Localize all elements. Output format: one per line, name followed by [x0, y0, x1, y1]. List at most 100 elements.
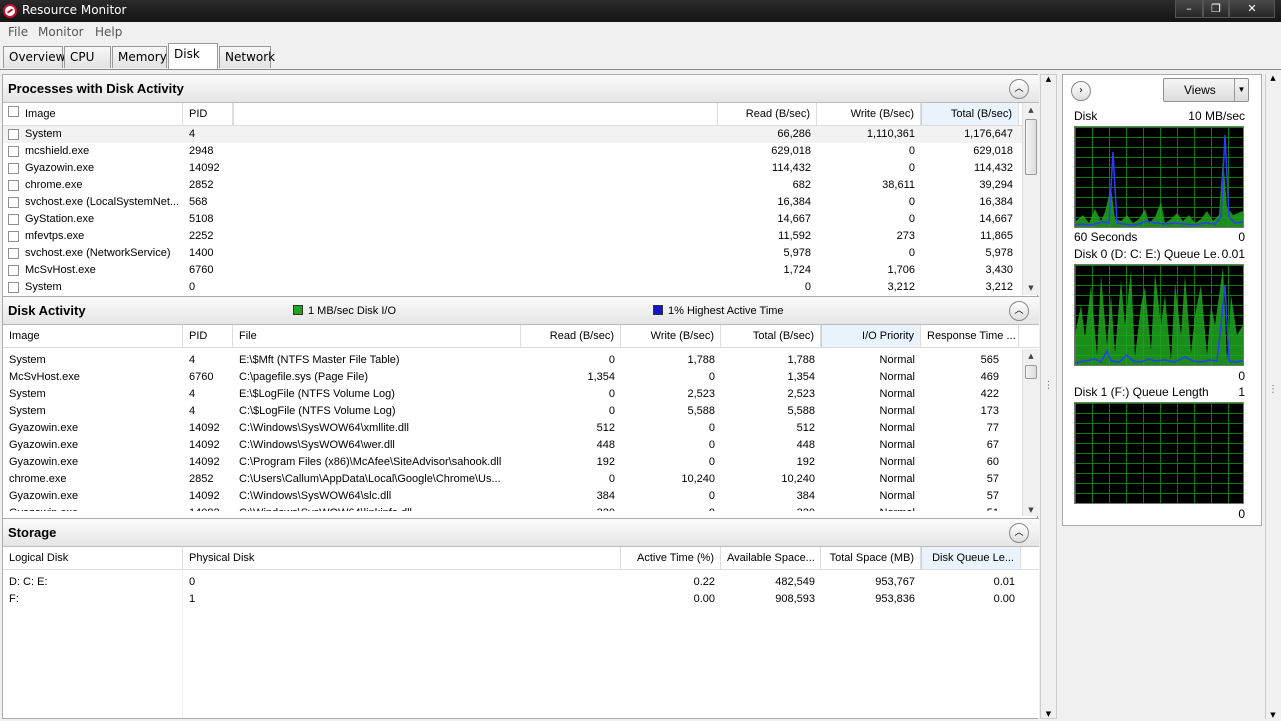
col-file[interactable]: File	[233, 325, 521, 347]
cell-file: C:\Windows\SysWOW64\xmllite.dll	[239, 422, 409, 434]
table-row[interactable]: chrome.exe 2852 682 38,611 39,294	[3, 177, 1039, 194]
table-row[interactable]: System 4 66,286 1,110,361 1,176,647	[3, 126, 1039, 143]
scroll-thumb[interactable]	[1025, 365, 1037, 379]
table-row[interactable]: D: C: E: 0 0.22 482,549 953,767 0.01	[3, 574, 1039, 591]
row-checkbox[interactable]	[8, 231, 19, 242]
row-checkbox[interactable]	[8, 129, 19, 140]
table-row[interactable]: Gyazowin.exe 14092 C:\Windows\SysWOW64\wer…	[3, 437, 1039, 454]
storage-header[interactable]: Storage ︿	[3, 519, 1039, 547]
cell-active-time: 0.22	[693, 576, 715, 588]
row-checkbox[interactable]	[8, 163, 19, 174]
cell-pid: 6760	[189, 264, 214, 276]
col-read[interactable]: Read (B/sec)	[521, 325, 621, 347]
scroll-up-icon[interactable]: ▲	[1266, 74, 1280, 82]
collapse-icon[interactable]: ︿	[1009, 79, 1029, 99]
expand-icon[interactable]: ›	[1071, 81, 1091, 101]
table-row[interactable]: McSvHost.exe 6760 1,724 1,706 3,430	[3, 262, 1039, 279]
row-checkbox[interactable]	[8, 180, 19, 191]
row-checkbox[interactable]	[8, 265, 19, 276]
select-all-checkbox[interactable]	[8, 106, 19, 117]
views-dropdown[interactable]: Views ▼	[1163, 78, 1249, 102]
tab-cpu[interactable]: CPU	[64, 46, 111, 68]
scroll-up-icon[interactable]: ▲	[1023, 103, 1039, 117]
menu-help[interactable]: Help	[95, 25, 122, 39]
table-row[interactable]: McSvHost.exe 6760 C:\pagefile.sys (Page Fi…	[3, 369, 1039, 386]
pane-splitter[interactable]: ▲ ⋮ ▼	[1040, 74, 1057, 719]
scroll-down-icon[interactable]: ▼	[1266, 711, 1280, 719]
col-disk-queue[interactable]: Disk Queue Le...	[921, 547, 1021, 569]
col-write[interactable]: Write (B/sec)	[817, 103, 921, 125]
table-row[interactable]: mfevtps.exe 2252 11,592 273 11,865	[3, 228, 1039, 245]
menu-file[interactable]: File	[8, 25, 28, 39]
table-row[interactable]: F: 1 0.00 908,593 953,836 0.00	[3, 591, 1039, 608]
cell-total: 2,523	[787, 388, 815, 400]
collapse-icon[interactable]: ︿	[1009, 523, 1029, 543]
cell-write: 0	[908, 213, 915, 225]
col-image[interactable]: Image	[19, 103, 183, 125]
table-row[interactable]: svchost.exe (NetworkService) 1400 5,978 0 5,…	[3, 245, 1039, 262]
tab-overview[interactable]: Overview	[3, 46, 66, 68]
col-image[interactable]: Image	[3, 325, 183, 347]
cell-file: C:\Windows\SysWOW64\wer.dll	[239, 439, 395, 451]
table-row[interactable]: System 4 E:\$LogFile (NTFS Volume Log) 0 2,5…	[3, 386, 1039, 403]
table-row[interactable]: System 4 C:\$LogFile (NTFS Volume Log) 0 5,5…	[3, 403, 1039, 420]
graph-disk0-queue	[1074, 264, 1244, 366]
table-row[interactable]: svchost.exe (LocalSystemNet... 568 16,384 0…	[3, 194, 1039, 211]
tab-disk[interactable]: Disk	[168, 43, 218, 69]
col-total-space[interactable]: Total Space (MB)	[821, 547, 921, 569]
scroll-down-icon[interactable]: ▼	[1023, 281, 1039, 295]
disk-activity-header[interactable]: Disk Activity 1 MB/sec Disk I/O 1% Highe…	[3, 297, 1039, 325]
menu-monitor[interactable]: Monitor	[38, 25, 84, 39]
col-total[interactable]: Total (B/sec)	[921, 103, 1019, 125]
table-row[interactable]: Gyazowin.exe 14092 C:\Program Files (x86)\…	[3, 454, 1039, 471]
grip-icon[interactable]: ⋮	[1041, 380, 1056, 391]
table-row[interactable]: Gyazowin.exe 14092 C:\Windows\SysWOW64\slc…	[3, 488, 1039, 505]
col-physical-disk[interactable]: Physical Disk	[183, 547, 621, 569]
col-total[interactable]: Total (B/sec)	[721, 325, 821, 347]
processes-header[interactable]: Processes with Disk Activity ︿	[3, 75, 1039, 103]
col-write[interactable]: Write (B/sec)	[621, 325, 721, 347]
table-row[interactable]: Gyazowin.exe 14092 114,432 0 114,432	[3, 160, 1039, 177]
table-row[interactable]: System 4 E:\$Mft (NTFS Master File Table) 0…	[3, 352, 1039, 369]
col-pid[interactable]: PID	[183, 103, 233, 125]
maximize-button[interactable]: ❐	[1203, 0, 1229, 18]
processes-scrollbar[interactable]: ▲ ▼	[1022, 103, 1039, 295]
tab-network[interactable]: Network	[219, 46, 275, 68]
cell-image: svchost.exe (LocalSystemNet...	[25, 196, 180, 208]
col-read[interactable]: Read (B/sec)	[717, 103, 817, 125]
row-checkbox[interactable]	[8, 146, 19, 157]
scroll-down-icon[interactable]: ▼	[1041, 710, 1056, 718]
cell-write: 0	[908, 145, 915, 157]
scroll-up-icon[interactable]: ▲	[1023, 349, 1039, 363]
cell-pid: 4	[189, 388, 196, 400]
col-io-priority[interactable]: I/O Priority	[821, 325, 921, 347]
table-row[interactable]: mcshield.exe 2948 629,018 0 629,018	[3, 143, 1039, 160]
minimize-button[interactable]: –	[1175, 0, 1203, 18]
table-row[interactable]: GyStation.exe 5108 14,667 0 14,667	[3, 211, 1039, 228]
right-scrollbar[interactable]: ▲ ⋮ ▼	[1265, 74, 1280, 719]
tab-memory[interactable]: Memory	[112, 46, 167, 68]
col-active-time[interactable]: Active Time (%)	[621, 547, 721, 569]
col-available-space[interactable]: Available Space...	[721, 547, 821, 569]
row-checkbox[interactable]	[8, 248, 19, 259]
row-checkbox[interactable]	[8, 282, 19, 293]
cell-pid: 1400	[189, 247, 214, 259]
collapse-icon[interactable]: ︿	[1009, 301, 1029, 321]
close-button[interactable]: ✕	[1229, 0, 1275, 18]
disk-activity-scrollbar[interactable]: ▲ ▼	[1022, 349, 1039, 516]
col-logical-disk[interactable]: Logical Disk	[3, 547, 183, 569]
resource-monitor-icon	[3, 4, 17, 18]
scroll-up-icon[interactable]: ▲	[1041, 75, 1056, 83]
cell-response-time: 565	[980, 354, 999, 366]
col-pid[interactable]: PID	[183, 325, 233, 347]
grip-icon[interactable]: ⋮	[1266, 384, 1280, 395]
table-row[interactable]: Gyazowin.exe14092C:\Windows\SysWOW64\lin…	[3, 505, 1039, 511]
table-row[interactable]: chrome.exe 2852 C:\Users\Callum\AppData\Lo…	[3, 471, 1039, 488]
scroll-thumb[interactable]	[1025, 119, 1037, 175]
table-row[interactable]: System 0 0 3,212 3,212	[3, 279, 1039, 295]
table-row[interactable]: Gyazowin.exe 14092 C:\Windows\SysWOW64\xml…	[3, 420, 1039, 437]
row-checkbox[interactable]	[8, 214, 19, 225]
col-response-time[interactable]: Response Time ...	[921, 325, 1019, 347]
row-checkbox[interactable]	[8, 197, 19, 208]
scroll-down-icon[interactable]: ▼	[1023, 503, 1039, 516]
